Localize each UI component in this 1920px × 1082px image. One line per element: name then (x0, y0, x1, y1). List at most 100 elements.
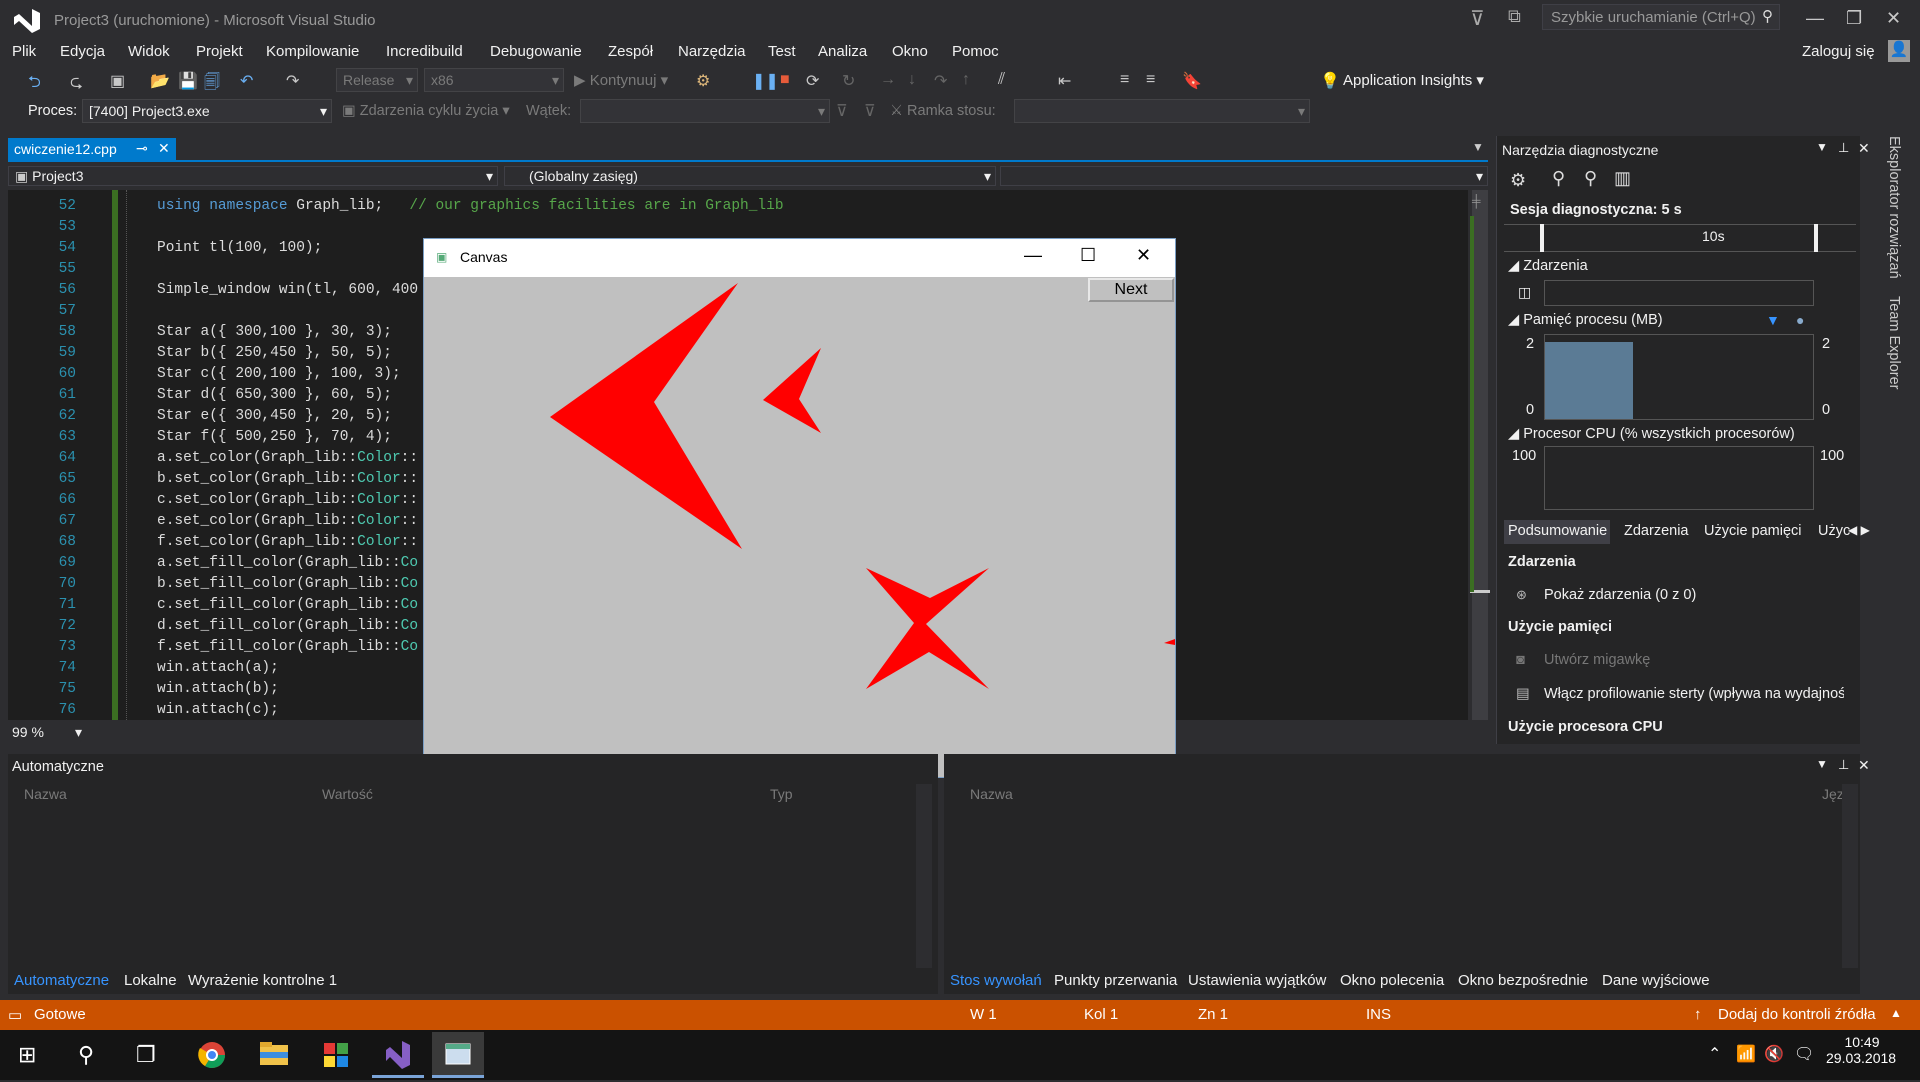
visual-studio-taskbar-icon[interactable] (372, 1032, 424, 1078)
menu-pomoc[interactable]: Pomoc (952, 43, 999, 60)
canvas-taskbar-icon[interactable] (432, 1032, 484, 1078)
filter-icon[interactable]: ⊽ (1470, 6, 1485, 31)
solution-explorer-tab[interactable]: Eksplorator rozwiązań (1886, 136, 1902, 279)
settings-icon[interactable]: ⚙ (1510, 170, 1526, 191)
file-explorer-icon[interactable] (248, 1032, 300, 1078)
col-value[interactable]: Wartość (322, 786, 373, 802)
lightbulb-icon[interactable]: 💡 (1320, 71, 1340, 91)
menu-edycja[interactable]: Edycja (60, 43, 105, 60)
search-icon[interactable]: ⚲ (1762, 7, 1773, 25)
thread-icon[interactable]: ⫽ (998, 71, 1005, 89)
summary-scrollbar[interactable] (1862, 562, 1878, 740)
tab-locals[interactable]: Lokalne (124, 972, 177, 989)
pin-icon[interactable]: ⊥ (1838, 757, 1849, 773)
restore-icon[interactable]: ❐ (1846, 8, 1862, 29)
save-icon[interactable]: 💾 (178, 71, 198, 91)
maximize-icon[interactable]: ☐ (1080, 245, 1096, 266)
menu-analiza[interactable]: Analiza (818, 43, 867, 60)
step-into-icon[interactable]: → (880, 71, 896, 89)
team-explorer-tab[interactable]: Team Explorer (1886, 296, 1902, 389)
close-icon[interactable]: ✕ (1858, 140, 1870, 157)
thread-dropdown[interactable]: ▾ (580, 99, 830, 123)
bookmark-icon[interactable]: 🔖 (1182, 71, 1202, 91)
step-up-icon[interactable]: ↑ (962, 71, 970, 89)
menu-widok[interactable]: Widok (128, 43, 170, 60)
editor-vertical-scrollbar[interactable] (1472, 190, 1488, 720)
search-icon[interactable]: ⚲ (78, 1042, 94, 1068)
indent-icon[interactable]: ≡ (1120, 71, 1129, 89)
undo-icon[interactable]: ↶ (240, 71, 253, 91)
flag-all-icon[interactable]: ⊽ (864, 101, 876, 121)
chrome-icon[interactable] (186, 1032, 238, 1078)
taskbar-clock[interactable]: 10:49 29.03.2018 (1826, 1034, 1896, 1066)
close-icon[interactable]: ✕ (1136, 245, 1151, 266)
menu-kompilowanie[interactable]: Kompilowanie (266, 43, 359, 60)
feedback-icon[interactable]: ⧉ (1508, 6, 1521, 27)
chevron-up-icon[interactable]: ⌃ (1708, 1044, 1721, 1064)
add-to-source-control[interactable]: Dodaj do kontroli źródła (1718, 1006, 1876, 1023)
quick-launch-input[interactable]: Szybkie uruchamianie (Ctrl+Q) ⚲ (1542, 4, 1780, 30)
tab-memory[interactable]: Użycie pamięci (1704, 523, 1802, 539)
task-view-icon[interactable]: ❐ (136, 1042, 156, 1068)
split-icon[interactable]: ╪ (1472, 194, 1481, 208)
tab-exception-settings[interactable]: Ustawienia wyjątków (1188, 972, 1326, 989)
tab-scroll-icon[interactable]: ◀ ▶ (1848, 523, 1870, 537)
open-folder-icon[interactable]: 📂 (150, 71, 170, 91)
tab-autos[interactable]: Automatyczne (14, 972, 109, 989)
menu-projekt[interactable]: Projekt (196, 43, 243, 60)
tab-cpu[interactable]: Użyc (1818, 523, 1850, 539)
member-dropdown[interactable]: ▾ (1000, 166, 1488, 186)
col-callstack-name[interactable]: Nazwa (970, 786, 1013, 802)
canvas-window[interactable]: ▣ Canvas — ☐ ✕ Next (423, 238, 1176, 778)
pin-icon[interactable]: ⊸ (136, 140, 148, 157)
stack-frame-dropdown[interactable]: ▾ (1014, 99, 1310, 123)
back-icon[interactable]: ⮌ (28, 71, 41, 98)
menu-okno[interactable]: Okno (892, 43, 928, 60)
autos-scrollbar[interactable] (916, 784, 932, 968)
app-mosaic-icon[interactable] (310, 1032, 362, 1078)
step-out-icon[interactable]: ↷ (934, 71, 947, 91)
tab-cwiczenie12[interactable]: cwiczenie12.cpp ⊸ ✕ (8, 138, 176, 162)
callstack-scrollbar[interactable] (1842, 784, 1858, 968)
config-dropdown[interactable]: Release ▾ (336, 68, 418, 92)
process-dropdown[interactable]: [7400] Project3.exe ▾ (82, 99, 332, 123)
tab-events[interactable]: Zdarzenia (1624, 523, 1688, 539)
sign-in-link[interactable]: Zaloguj się (1802, 43, 1875, 60)
zoom-dropdown[interactable]: 99 % ▾ (8, 722, 86, 744)
menu-incredibuild[interactable]: Incredibuild (386, 43, 463, 60)
panel-menu-icon[interactable]: ▼ (1816, 757, 1828, 771)
timeline-start-handle[interactable] (1540, 224, 1544, 252)
close-tab-icon[interactable]: ✕ (158, 140, 170, 157)
continue-button[interactable]: ▶ Kontynuuj ▾ (574, 71, 668, 89)
wifi-icon[interactable]: 📶 (1736, 1044, 1756, 1064)
show-next-icon[interactable]: ↻ (842, 71, 855, 91)
lifecycle-events-dropdown[interactable]: ▣ Zdarzenia cyklu życia ▾ (342, 103, 510, 119)
menu-test[interactable]: Test (768, 43, 796, 60)
save-all-icon[interactable]: 🗐 (204, 71, 220, 98)
stop-icon[interactable]: ■ (780, 71, 790, 89)
pause-icon[interactable]: ❚❚ (752, 71, 779, 91)
flag-thread-icon[interactable]: ⊽ (836, 101, 848, 121)
app-insights-button[interactable]: Application Insights ▾ (1343, 71, 1484, 89)
menu-narzedzia[interactable]: Narzędzia (678, 43, 746, 60)
tab-breakpoints[interactable]: Punkty przerwania (1054, 972, 1177, 989)
heap-profiling-button[interactable]: Włącz profilowanie sterty (wpływa na wyd… (1544, 686, 1844, 702)
take-snapshot-button[interactable]: Utwórz migawkę (1544, 652, 1650, 668)
tab-summary[interactable]: Podsumowanie (1504, 520, 1610, 544)
forward-icon[interactable]: ⮎ (70, 71, 83, 98)
chevron-up-icon[interactable]: ▲ (1890, 1006, 1902, 1020)
new-project-icon[interactable]: ▣ (110, 71, 125, 91)
scope-dropdown[interactable]: (Globalny zasięg) ▾ (504, 166, 996, 186)
minimize-icon[interactable]: — (1806, 8, 1824, 29)
timeline-ruler[interactable] (1504, 224, 1856, 252)
action-center-icon[interactable]: 🗨 (1794, 1044, 1814, 1064)
redo-icon[interactable]: ↷ (286, 71, 299, 91)
chart-icon[interactable]: ▥ (1614, 168, 1631, 189)
zoom-in-icon[interactable]: ⚲ (1552, 168, 1565, 189)
restart-icon[interactable]: ⟳ (806, 71, 819, 91)
col-name[interactable]: Nazwa (24, 786, 67, 802)
tab-call-stack[interactable]: Stos wywołań (950, 972, 1042, 989)
outdent-icon[interactable]: ≡ (1146, 71, 1155, 89)
tab-output[interactable]: Dane wyjściowe (1602, 972, 1710, 989)
panel-menu-icon[interactable]: ▼ (1816, 140, 1828, 154)
